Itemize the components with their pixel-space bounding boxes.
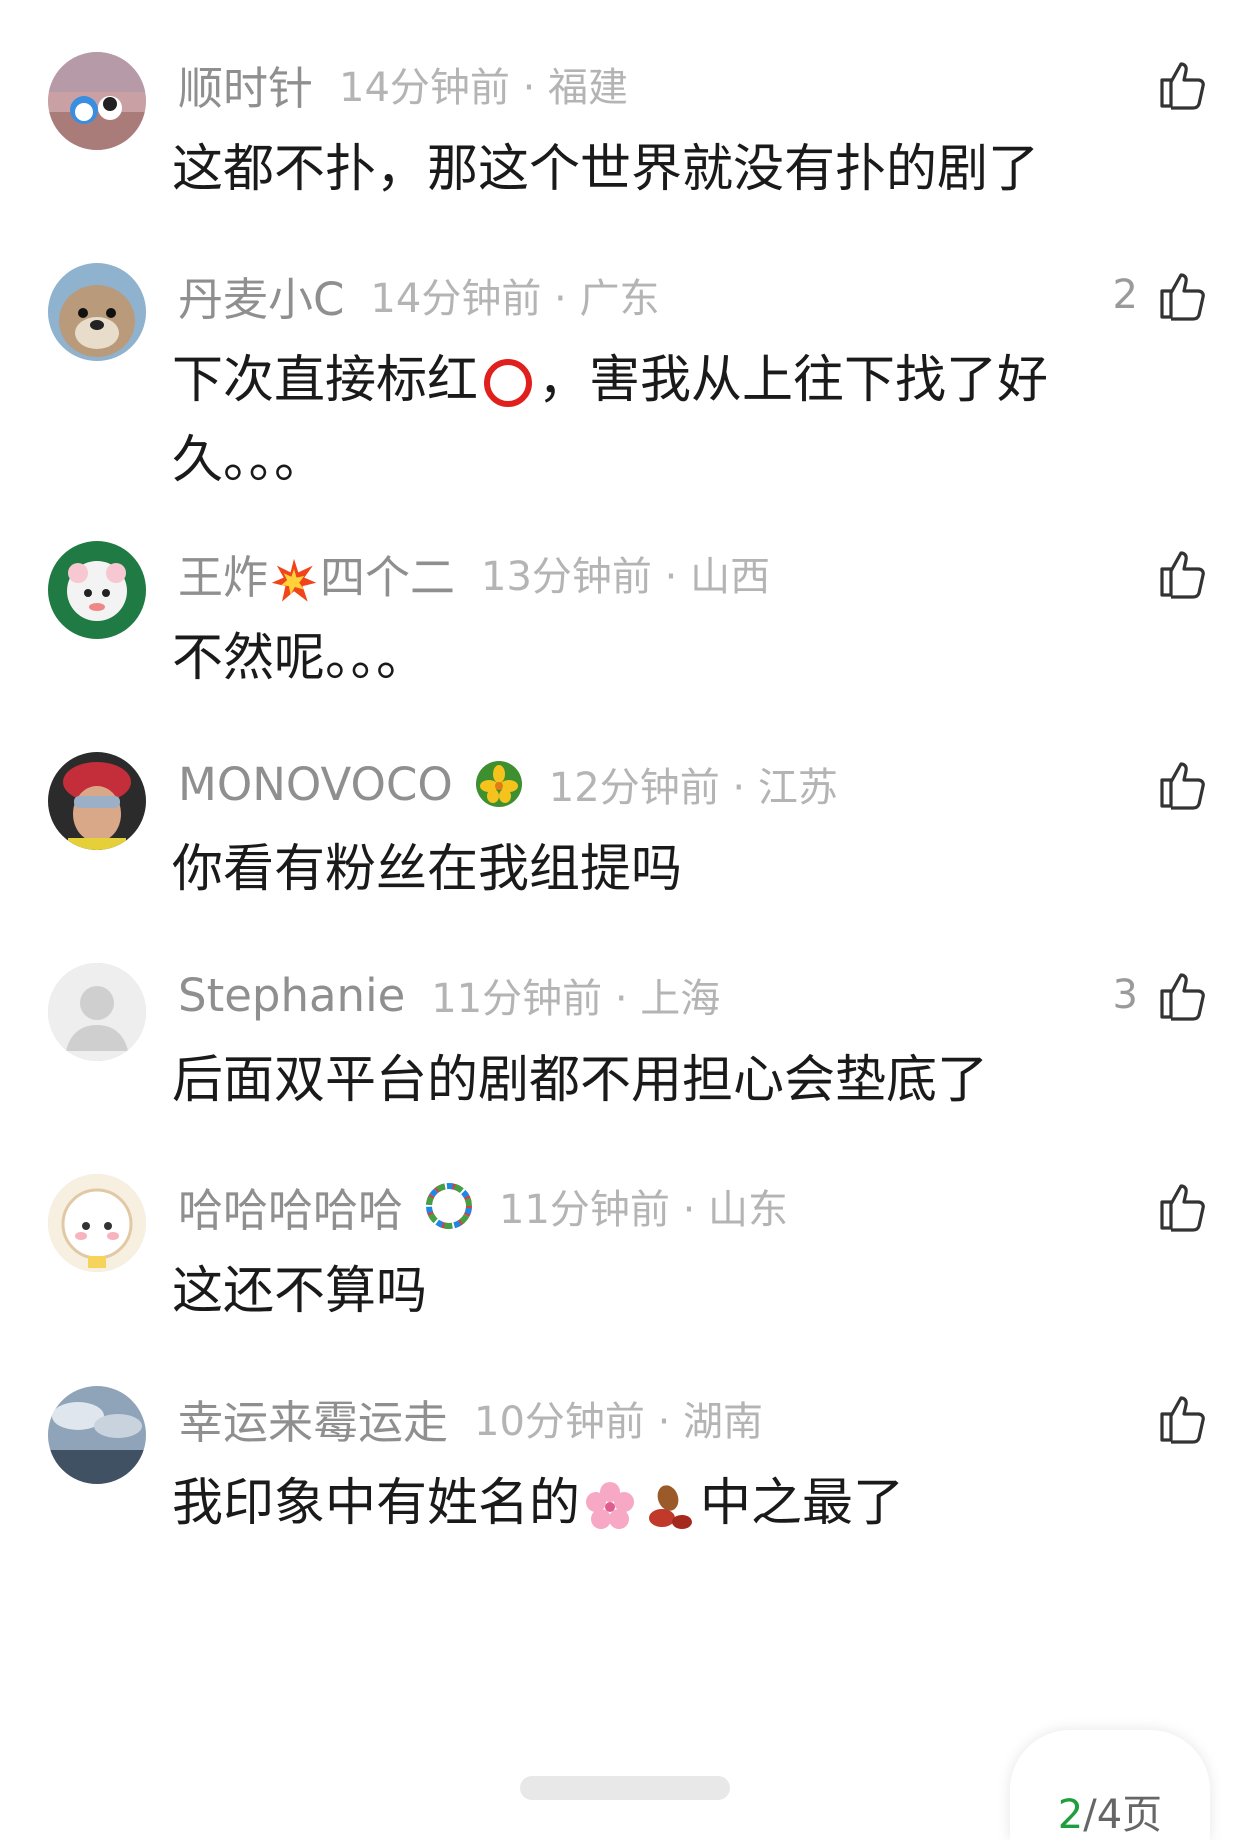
comment-text: 你看有粉丝在我组提吗: [172, 840, 683, 899]
avatar[interactable]: [48, 963, 146, 1061]
comment-text-part: 我印象中有姓名的: [172, 1474, 581, 1533]
username[interactable]: 王炸 四个二: [178, 541, 455, 606]
comment-text: 下次直接标红 ，害我从上往下找了好久。。。: [172, 341, 1092, 501]
comment-text: 我印象中有姓名的 中之最了: [172, 1464, 1092, 1544]
thumbs-up-icon: [1154, 1390, 1210, 1446]
avatar[interactable]: [48, 752, 146, 850]
timestamp-location: 13分钟前 · 山西: [481, 554, 771, 600]
username[interactable]: 幸运来霉运走: [178, 1386, 448, 1451]
home-indicator[interactable]: [520, 1776, 730, 1800]
thumbs-up-icon: [1154, 1178, 1210, 1234]
like-button[interactable]: [1138, 1390, 1210, 1446]
avatar[interactable]: [48, 1174, 146, 1272]
peanut-icon: [642, 1478, 698, 1534]
timestamp-location: 10分钟前 · 湖南: [474, 1399, 764, 1445]
username-part: 王炸: [178, 550, 269, 604]
red-circle-icon: [480, 355, 536, 411]
timestamp-location: 11分钟前 · 上海: [431, 976, 721, 1022]
like-button[interactable]: [1138, 1178, 1210, 1234]
username[interactable]: MONOVOCO: [178, 758, 453, 811]
comment-text: 后面双平台的剧都不用担心会垫底了: [172, 1051, 989, 1110]
like-button[interactable]: [1138, 545, 1210, 601]
cherry-blossom-icon: [582, 1478, 638, 1534]
thumbs-up-icon: [1154, 756, 1210, 812]
timestamp-location: 14分钟前 · 福建: [339, 65, 629, 111]
like-button[interactable]: [1138, 756, 1210, 812]
rainbow-badge-icon: [425, 1182, 473, 1230]
comment-text-part: 中之最了: [700, 1474, 905, 1533]
timestamp-location: 12分钟前 · 江苏: [548, 765, 838, 811]
username-part: 四个二: [320, 550, 456, 604]
avatar[interactable]: [48, 263, 146, 361]
timestamp-location: 11分钟前 · 山东: [499, 1187, 789, 1233]
comment-text: 这都不扑，那这个世界就没有扑的剧了: [172, 140, 1040, 199]
thumbs-up-icon: [1154, 56, 1210, 112]
explosion-icon: [270, 557, 318, 605]
flower-badge-icon: [475, 760, 523, 808]
like-button[interactable]: 2: [1113, 267, 1210, 323]
like-count: 2: [1112, 272, 1138, 318]
comment-text-part: 下次直接标红: [172, 351, 479, 410]
like-button[interactable]: 3: [1113, 967, 1210, 1023]
comment-text: 不然呢。。。: [172, 629, 428, 688]
username[interactable]: 顺时针: [178, 52, 313, 117]
like-button[interactable]: [1138, 56, 1210, 112]
username[interactable]: Stephanie: [178, 969, 405, 1022]
thumbs-up-icon: [1154, 545, 1210, 601]
username[interactable]: 丹麦小C: [178, 263, 344, 328]
avatar[interactable]: [48, 541, 146, 639]
timestamp-location: 14分钟前 · 广东: [370, 276, 660, 322]
avatar[interactable]: [48, 52, 146, 150]
thumbs-up-icon: [1154, 267, 1210, 323]
avatar[interactable]: [48, 1386, 146, 1484]
username[interactable]: 哈哈哈哈哈: [178, 1174, 403, 1239]
current-page: 2: [1057, 1792, 1084, 1838]
comment-text: 这还不算吗: [172, 1262, 428, 1321]
page-indicator[interactable]: 2/4页: [1010, 1730, 1210, 1840]
total-pages: /4页: [1083, 1792, 1163, 1838]
thumbs-up-icon: [1154, 967, 1210, 1023]
like-count: 3: [1112, 972, 1138, 1018]
